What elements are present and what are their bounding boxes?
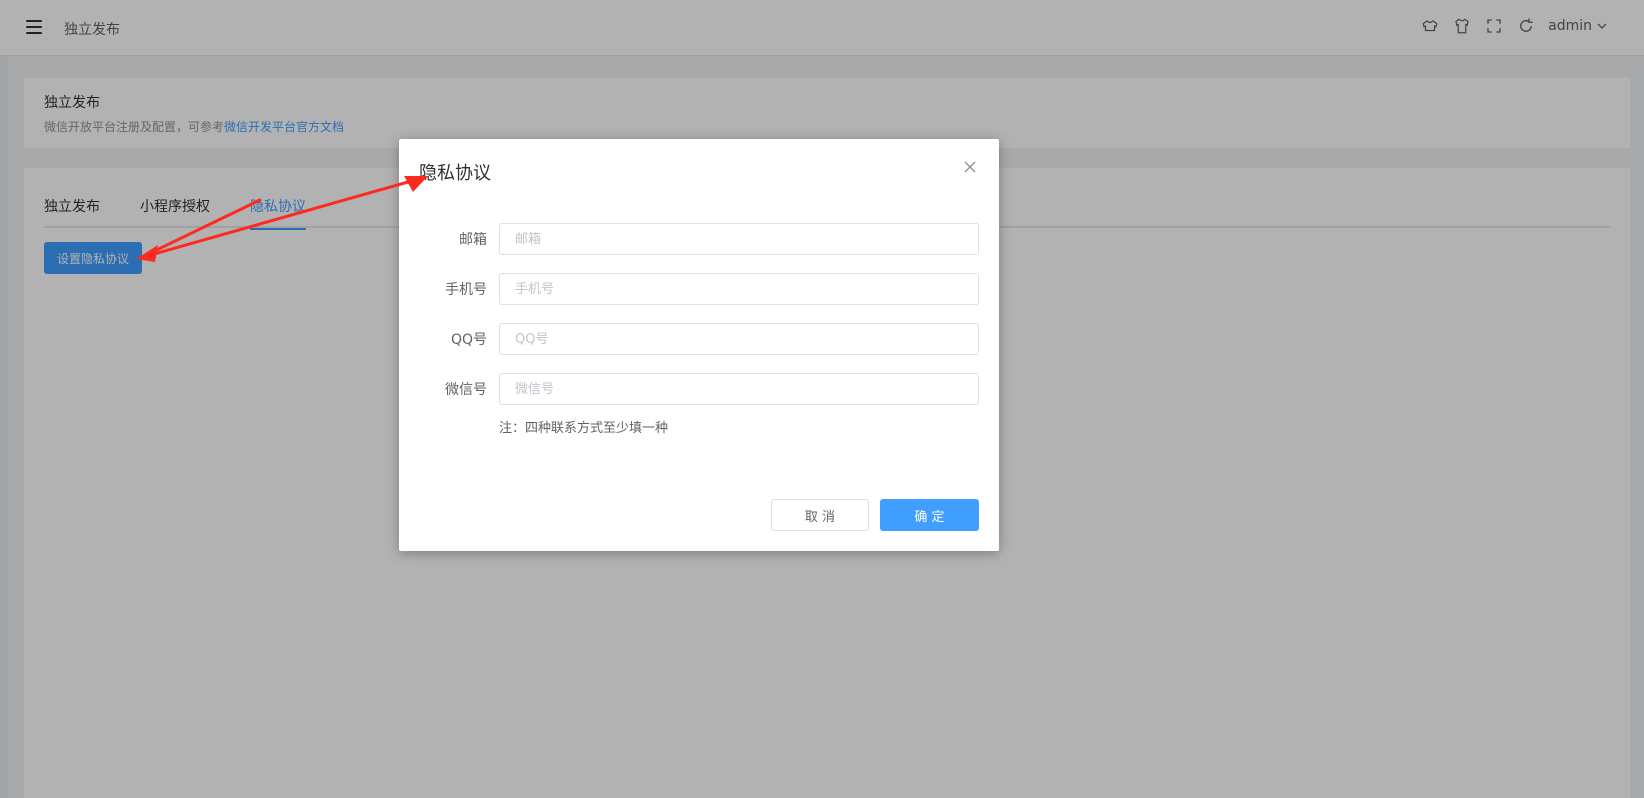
confirm-button[interactable]: 确 定: [880, 499, 979, 531]
email-row: 邮箱: [419, 223, 979, 255]
phone-input[interactable]: [499, 273, 979, 305]
cancel-button[interactable]: 取 消: [771, 499, 869, 531]
qq-input[interactable]: [499, 323, 979, 355]
wechat-label: 微信号: [445, 382, 487, 398]
qq-row: QQ号: [419, 323, 979, 355]
phone-label: 手机号: [445, 282, 487, 298]
dialog-title: 隐私协议: [419, 163, 491, 184]
email-input[interactable]: [499, 223, 979, 255]
qq-label: QQ号: [450, 332, 487, 348]
wechat-input[interactable]: [499, 373, 979, 405]
email-label: 邮箱: [459, 232, 487, 248]
close-icon[interactable]: [963, 159, 979, 175]
contact-note: 注：四种联系方式至少填一种: [499, 421, 669, 436]
phone-row: 手机号: [419, 273, 979, 305]
wechat-row: 微信号: [419, 373, 979, 405]
privacy-agreement-dialog: 隐私协议 邮箱 手机号 QQ号 微信号 注：四种联系方式至少填一种 取 消 确 …: [399, 139, 999, 551]
